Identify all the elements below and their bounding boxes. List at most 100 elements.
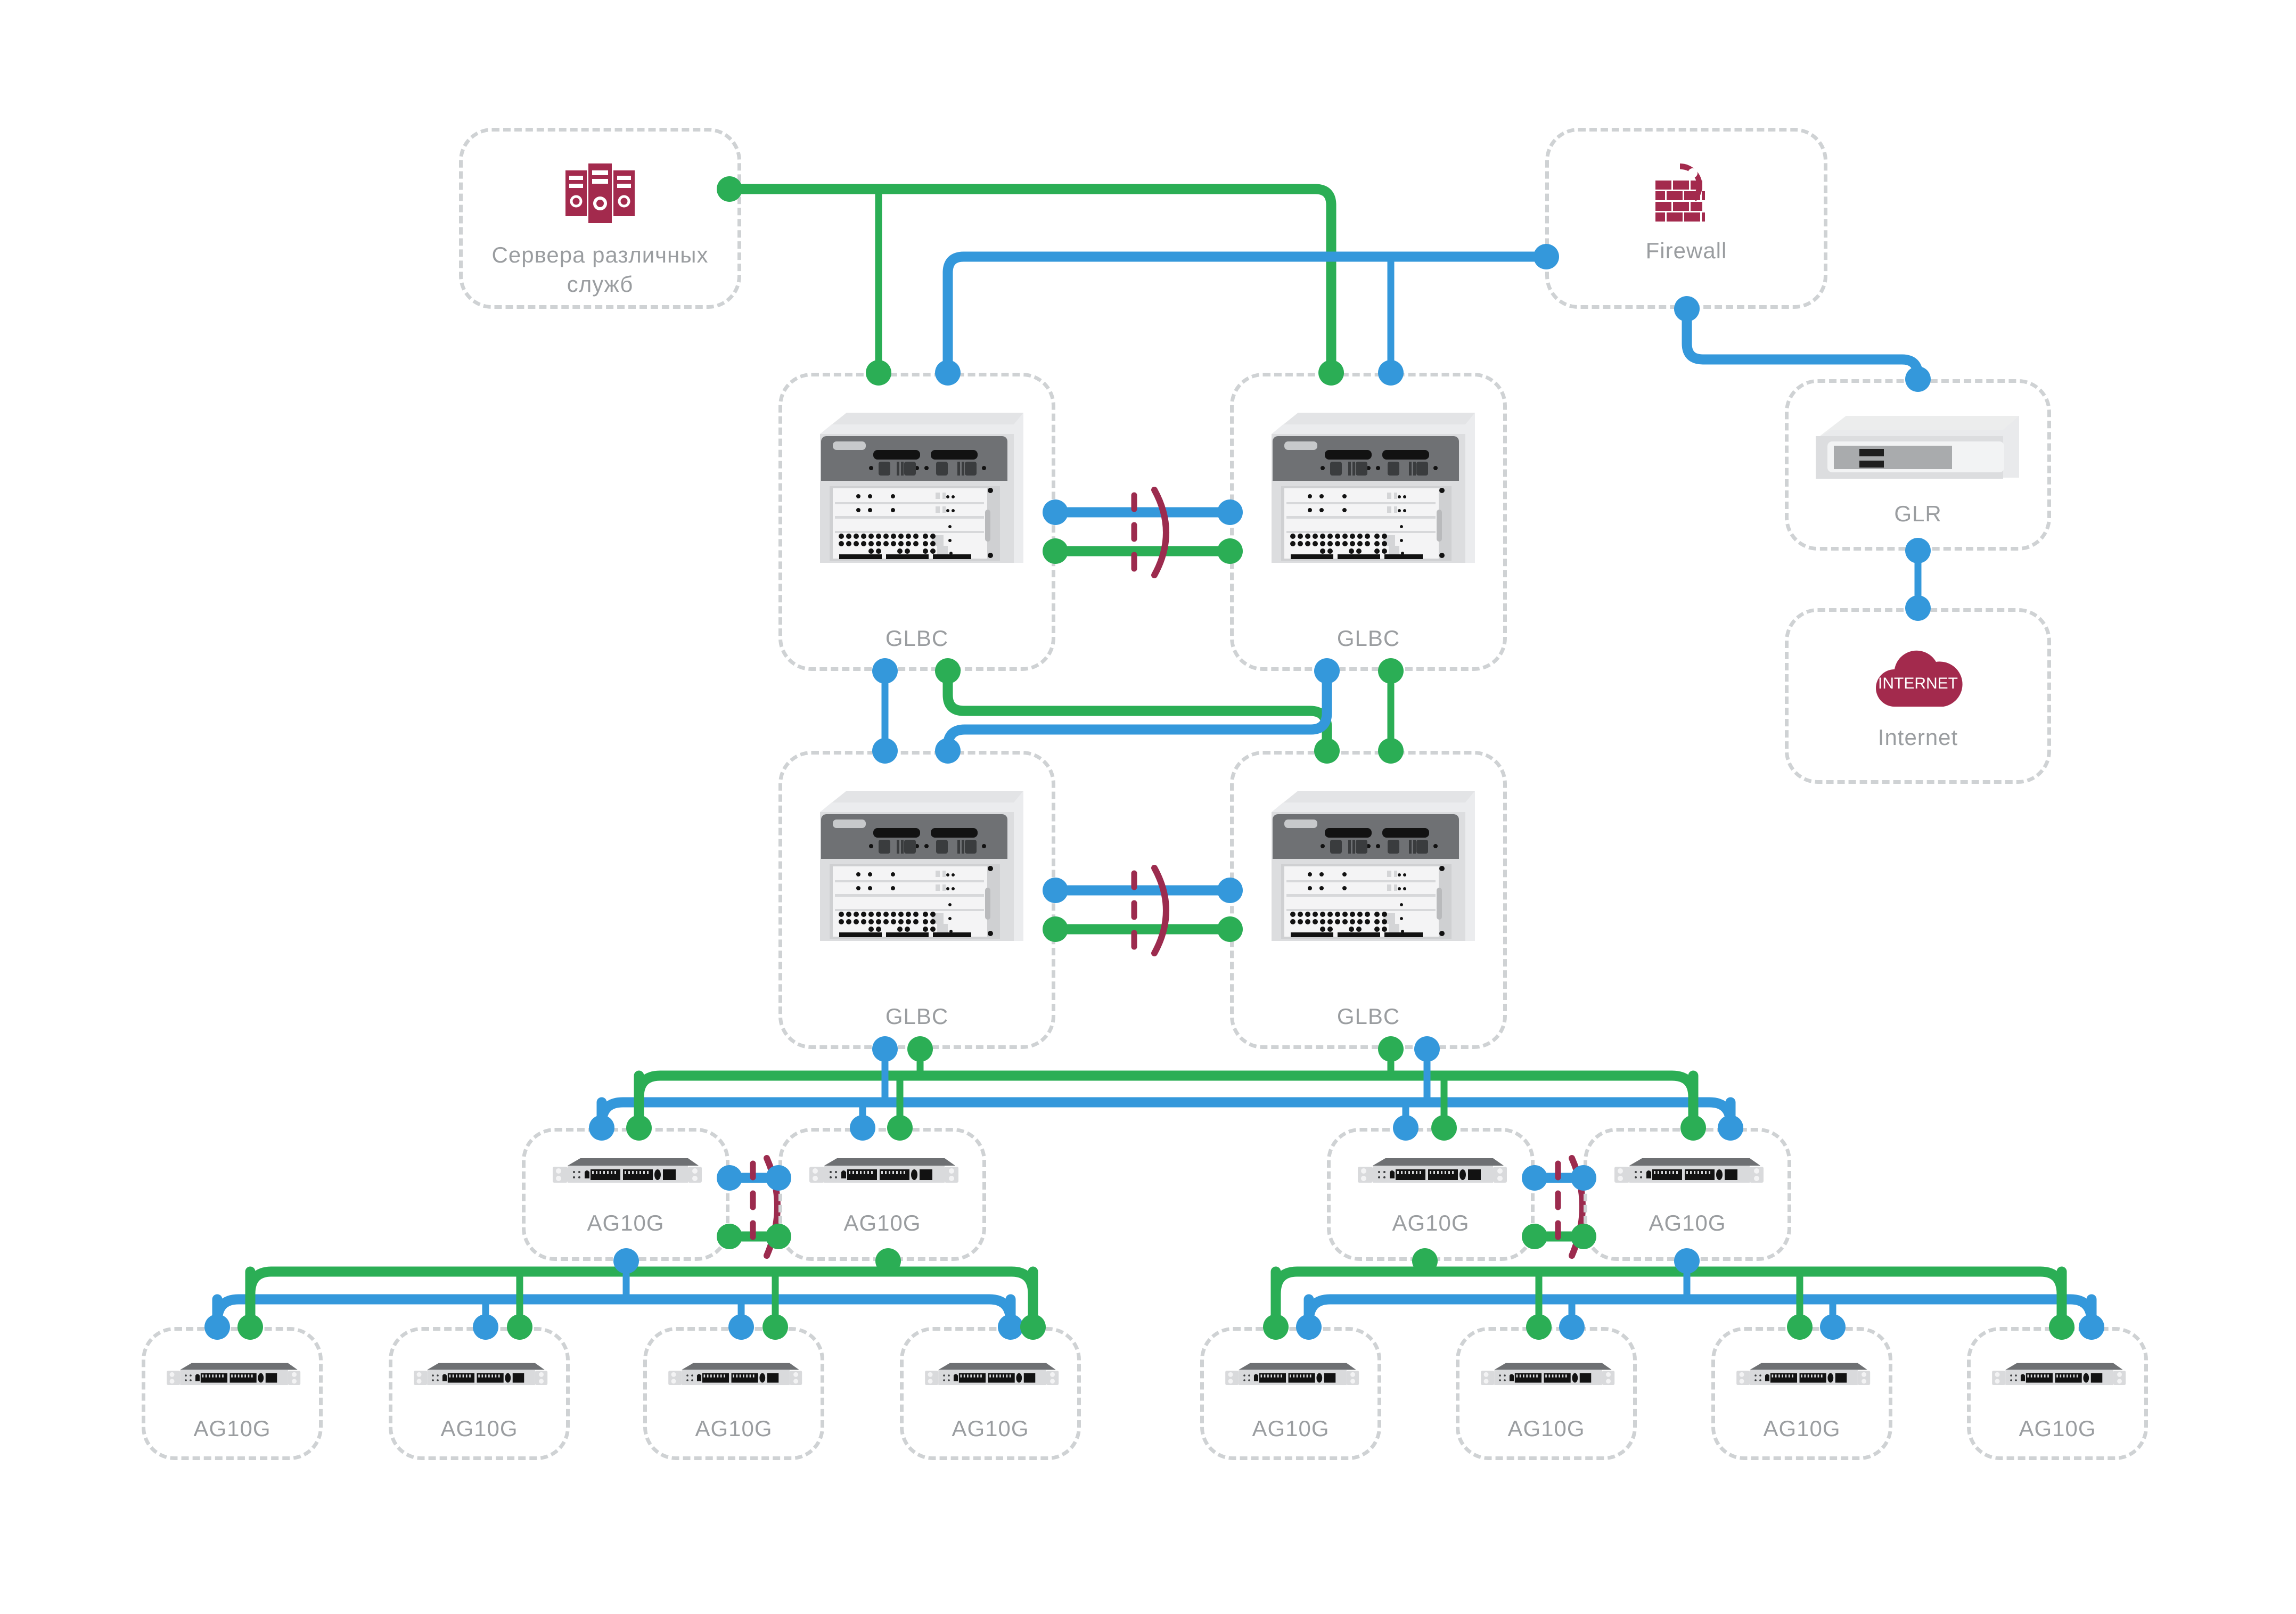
node-ag10g-access-2[interactable]: AG10G [389,1327,570,1460]
port-glbc-bl-right-blue[interactable] [1043,878,1068,903]
port-ag-a4-left-green[interactable] [1571,1224,1596,1249]
port-ag-b5-top-blue[interactable] [1296,1314,1322,1340]
node-label-servers: Сервера различных служб [463,241,737,299]
port-glbc-bl-down-blue[interactable] [872,1036,898,1062]
port-ag-b1-top-blue[interactable] [204,1314,230,1340]
port-ag-b3-top-green[interactable] [762,1314,788,1340]
port-ag-b6-top-blue[interactable] [1559,1314,1585,1340]
chassis-switch-icon [1272,791,1475,941]
port-ag-a2-top-blue[interactable] [850,1115,875,1141]
port-ag-a1-top-green[interactable] [626,1115,652,1141]
node-label-internet: Internet [1877,725,1958,750]
port-ag-a3b-bottom-green[interactable] [1412,1248,1438,1274]
port-ag-b7-top-green[interactable] [1787,1314,1813,1340]
port-glr-up[interactable] [1905,366,1931,392]
node-ag10g-access-6[interactable]: AG10G [1456,1327,1637,1460]
port-internet-up[interactable] [1905,595,1931,621]
node-label-ag-b5: AG10G [1252,1416,1330,1441]
port-ag-a2-top-green[interactable] [887,1115,913,1141]
port-glbc-tr-top-green[interactable] [1318,360,1344,386]
node-glr[interactable]: GLR [1785,379,2051,551]
port-glbc-tl-right-blue[interactable] [1043,499,1068,525]
node-ag10g-access-1[interactable]: AG10G [142,1327,323,1460]
firewall-icon [1655,163,1705,222]
port-ag-b2-top-green[interactable] [507,1314,532,1340]
node-label-ag-b7: AG10G [1763,1416,1841,1441]
node-label-glr: GLR [1894,501,1942,526]
port-glbc-tr-bottom-blue[interactable] [1314,658,1340,684]
port-servers-out[interactable] [717,176,742,202]
node-label-servers-line2: служб [567,271,634,297]
port-glbc-tr-top-blue[interactable] [1378,360,1404,386]
port-glr-down[interactable] [1905,538,1931,563]
port-ag-a1-right-blue[interactable] [717,1165,742,1191]
port-ag-b4-top-blue[interactable] [998,1314,1023,1340]
port-glbc-br-left-blue[interactable] [1217,878,1243,903]
rack-switch-icon [1614,1158,1764,1183]
port-glbc-br-down-blue[interactable] [1414,1036,1440,1062]
node-ag10g-agg-3[interactable]: AG10G [1327,1128,1535,1261]
node-servers[interactable]: Сервера различных служб [459,128,741,309]
port-glbc-tl-bottom-green[interactable] [935,658,961,684]
port-ag-a3-right-blue[interactable] [1522,1165,1547,1191]
node-label-ag-b6: AG10G [1507,1416,1585,1441]
port-glbc-tr-left-blue[interactable] [1217,499,1243,525]
node-ag10g-access-4[interactable]: AG10G [900,1327,1081,1460]
port-glbc-tl-bottom-blue[interactable] [872,658,898,684]
port-ag-a4-top-blue[interactable] [1718,1115,1743,1141]
port-glbc-bl-top-blue2[interactable] [935,738,961,764]
port-glbc-tl-top-blue[interactable] [935,360,961,386]
port-ag-b8-top-blue[interactable] [2079,1314,2104,1340]
port-ag-b4-top-green[interactable] [1020,1314,1046,1340]
port-ag-a4-bottom-blue[interactable] [1674,1248,1700,1274]
port-glbc-tl-top-green[interactable] [866,360,891,386]
node-ag10g-agg-1[interactable]: AG10G [522,1128,729,1261]
port-ag-b1-top-green[interactable] [237,1314,263,1340]
port-ag-b6-top-green[interactable] [1526,1314,1552,1340]
chassis-switch-icon [820,413,1023,563]
servers-icon [565,163,635,223]
port-glbc-br-left-green[interactable] [1217,916,1243,942]
node-ag10g-access-8[interactable]: AG10G [1967,1327,2148,1460]
port-ag-a2-left-green[interactable] [766,1224,791,1249]
port-ag-a3-top-blue[interactable] [1393,1115,1418,1141]
port-ag-a4-top-green[interactable] [1680,1115,1706,1141]
port-glbc-bl-right-green[interactable] [1043,916,1068,942]
node-glbc-top-left[interactable]: GLBC [778,373,1055,671]
port-ag-a2-left-blue[interactable] [766,1165,791,1191]
port-ag-a4-left-blue[interactable] [1571,1165,1596,1191]
port-ag-b2-top-blue[interactable] [473,1314,498,1340]
node-ag10g-agg-2[interactable]: AG10G [778,1128,986,1261]
port-glbc-tr-left-green[interactable] [1217,538,1243,564]
port-ag-b3-top-blue[interactable] [728,1314,754,1340]
port-ag-a1-right-green[interactable] [717,1224,742,1249]
rack-switch-icon [668,1363,802,1386]
node-firewall[interactable]: Firewall [1545,128,1827,309]
node-glbc-bottom-left[interactable]: GLBC [778,751,1055,1049]
port-ag-a1-top-blue[interactable] [589,1115,614,1141]
node-label-glbc-tr: GLBC [1336,626,1400,651]
port-glbc-tl-right-green[interactable] [1043,538,1068,564]
port-glbc-tr-bottom-green[interactable] [1378,658,1404,684]
port-ag-a2-bottom-blue[interactable] [613,1248,639,1274]
port-glbc-br-top-green2[interactable] [1378,738,1404,764]
port-glbc-bl-down-green[interactable] [907,1036,933,1062]
node-ag10g-access-5[interactable]: AG10G [1200,1327,1381,1460]
node-ag10g-access-7[interactable]: AG10G [1711,1327,1892,1460]
port-ag-a3-right-green[interactable] [1522,1224,1547,1249]
port-ag-b5-top-green[interactable] [1263,1314,1289,1340]
port-glbc-br-down-green[interactable] [1378,1036,1404,1062]
node-glbc-bottom-right[interactable]: GLBC [1230,751,1507,1049]
port-firewall-in[interactable] [1534,244,1559,269]
port-ag-a3-top-green[interactable] [1431,1115,1457,1141]
port-glbc-bl-top-blue1[interactable] [872,738,898,764]
node-glbc-top-right[interactable]: GLBC [1230,373,1507,671]
node-ag10g-agg-4[interactable]: AG10G [1584,1128,1791,1261]
port-ag-b7-top-blue[interactable] [1820,1314,1846,1340]
port-ag-b8-top-green[interactable] [2049,1314,2074,1340]
port-ag-a3-bottom-green[interactable] [875,1248,901,1274]
node-internet[interactable]: INTERNET Internet [1785,608,2051,784]
port-glbc-br-top-green1[interactable] [1314,738,1340,764]
port-firewall-down[interactable] [1674,296,1700,322]
node-ag10g-access-3[interactable]: AG10G [643,1327,824,1460]
